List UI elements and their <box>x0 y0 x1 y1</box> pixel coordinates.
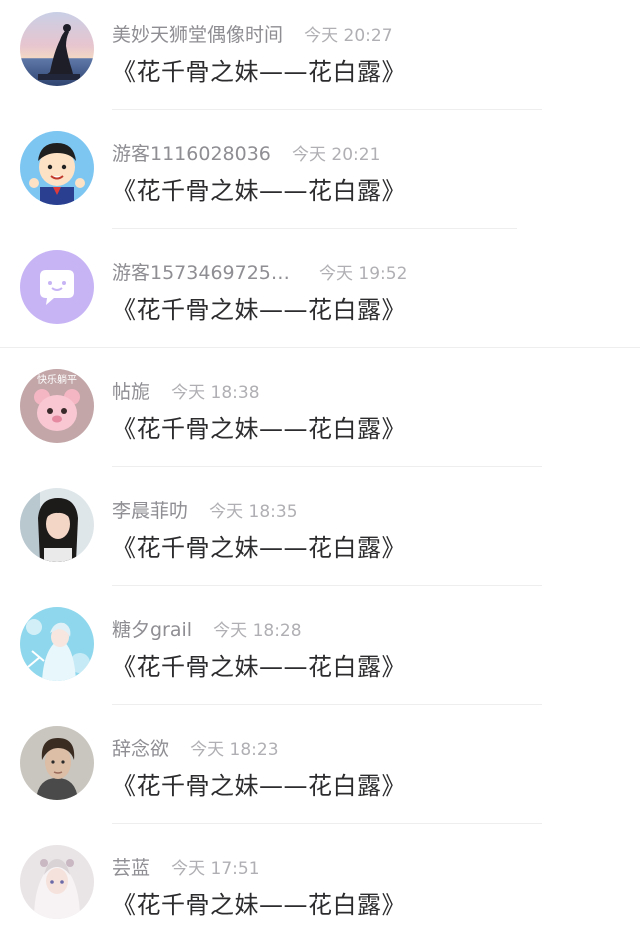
timestamp: 今天 17:51 <box>171 859 260 879</box>
divider <box>112 704 542 705</box>
timestamp: 今天 18:38 <box>171 383 260 403</box>
divider <box>0 347 640 348</box>
comment-item[interactable]: 李晨菲叻 今天 18:35 《花千骨之妹——花白露》 <box>0 476 640 595</box>
comment-text: 《花千骨之妹——花白露》 <box>112 534 406 562</box>
timestamp: 今天 18:28 <box>213 621 302 641</box>
comment-item[interactable]: 美妙天狮堂偶像时间 今天 20:27 《花千骨之妹——花白露》 <box>0 0 640 119</box>
avatar-cartoon-boy[interactable] <box>20 131 94 205</box>
comment-item[interactable]: 糖夕grail 今天 18:28 《花千骨之妹——花白露》 <box>0 595 640 714</box>
comment-text: 《花千骨之妹——花白露》 <box>112 58 406 86</box>
comment-meta: 游客1116028036 今天 20:21 <box>112 139 380 165</box>
comment-text: 《花千骨之妹——花白露》 <box>112 772 406 800</box>
username[interactable]: 游客1116028036 <box>112 139 271 166</box>
comment-meta: 游客1573469725… 今天 19:52 <box>112 258 407 284</box>
comment-meta: 辞念欲 今天 18:23 <box>112 734 279 760</box>
comment-item[interactable]: 快乐躺平 帖旎 今天 18:38 《花千骨之妹——花白露》 <box>0 357 640 476</box>
username[interactable]: 李晨菲叻 <box>112 496 188 523</box>
comment-meta: 芸蓝 今天 17:51 <box>112 853 260 879</box>
comment-text: 《花千骨之妹——花白露》 <box>112 296 406 324</box>
comment-text: 《花千骨之妹——花白露》 <box>112 653 406 681</box>
avatar-sunset-yoga[interactable] <box>20 12 94 86</box>
comment-meta: 美妙天狮堂偶像时间 今天 20:27 <box>112 20 393 46</box>
username[interactable]: 糖夕grail <box>112 615 192 642</box>
timestamp: 今天 20:27 <box>304 26 393 46</box>
username[interactable]: 芸蓝 <box>112 853 150 880</box>
divider <box>112 109 542 110</box>
comment-item[interactable]: 芸蓝 今天 17:51 《花千骨之妹——花白露》 <box>0 833 640 952</box>
comment-item[interactable]: 游客1573469725… 今天 19:52 《花千骨之妹——花白露》 <box>0 238 640 357</box>
comment-text: 《花千骨之妹——花白露》 <box>112 177 406 205</box>
comment-list: 美妙天狮堂偶像时间 今天 20:27 《花千骨之妹——花白露》 游客111602… <box>0 0 640 942</box>
divider <box>112 823 542 824</box>
divider <box>112 585 542 586</box>
avatar-chat-bubble[interactable] <box>20 250 94 324</box>
comment-item[interactable]: 游客1116028036 今天 20:21 《花千骨之妹——花白露》 <box>0 119 640 238</box>
comment-meta: 李晨菲叻 今天 18:35 <box>112 496 298 522</box>
comment-meta: 帖旎 今天 18:38 <box>112 377 260 403</box>
timestamp: 今天 18:23 <box>190 740 279 760</box>
timestamp: 今天 20:21 <box>291 145 381 165</box>
avatar-pink-bear[interactable]: 快乐躺平 <box>20 369 94 443</box>
username[interactable]: 帖旎 <box>112 377 150 404</box>
comment-meta: 糖夕grail 今天 18:28 <box>112 615 302 641</box>
comment-text: 《花千骨之妹——花白露》 <box>112 891 406 919</box>
username[interactable]: 辞念欲 <box>112 734 169 761</box>
avatar-anime-white[interactable] <box>20 845 94 919</box>
timestamp: 今天 18:35 <box>209 502 298 522</box>
avatar-anime-blue[interactable] <box>20 607 94 681</box>
avatar-caption: 快乐躺平 <box>37 373 77 386</box>
divider <box>112 228 517 229</box>
timestamp: 今天 19:52 <box>318 264 408 284</box>
divider <box>112 466 542 467</box>
username[interactable]: 游客1573469725… <box>112 258 290 285</box>
avatar-man-portrait[interactable] <box>20 726 94 800</box>
username[interactable]: 美妙天狮堂偶像时间 <box>112 20 283 47</box>
comment-text: 《花千骨之妹——花白露》 <box>112 415 406 443</box>
avatar-girl-photo[interactable] <box>20 488 94 562</box>
comment-item[interactable]: 辞念欲 今天 18:23 《花千骨之妹——花白露》 <box>0 714 640 833</box>
